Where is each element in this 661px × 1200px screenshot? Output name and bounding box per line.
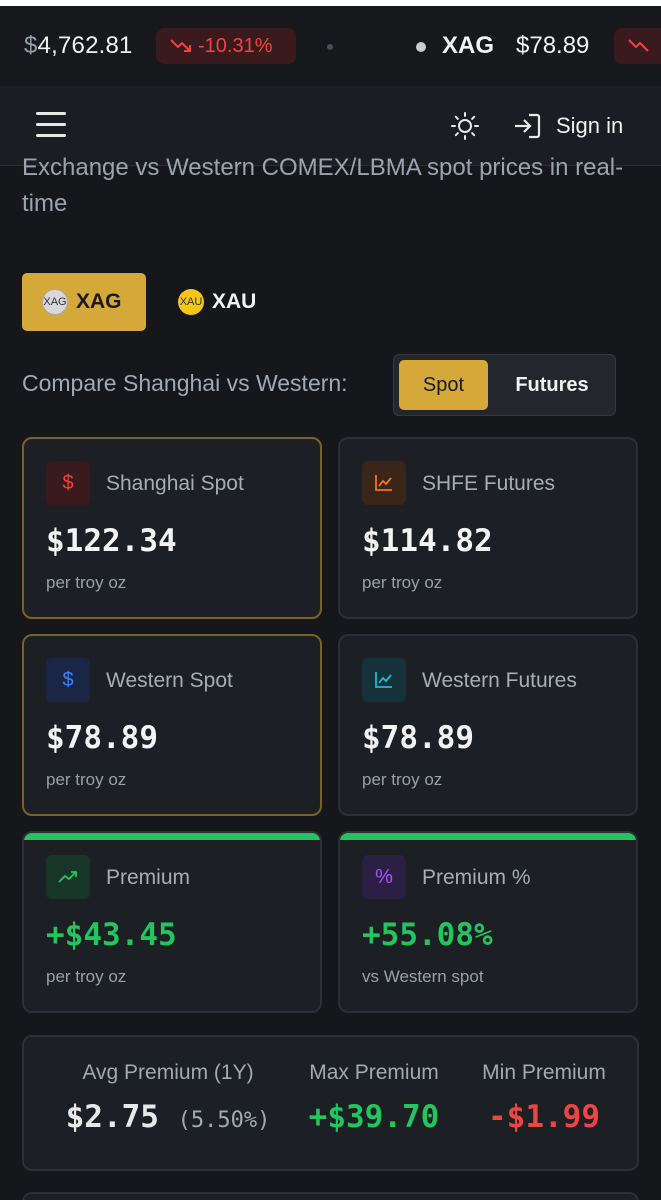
dollar-icon: $ — [46, 461, 90, 505]
card-value: $122.34 — [46, 523, 177, 559]
card-title: Western Futures — [422, 669, 577, 692]
tab-xau-label: XAU — [212, 290, 257, 313]
card-value: $78.89 — [46, 720, 158, 756]
chart-line-icon — [362, 658, 406, 702]
trending-down-icon — [170, 39, 191, 52]
price-ticker: $4,762.81 -10.31% XAG $78.89 — [0, 6, 661, 86]
change-value: -10.31% — [198, 34, 273, 57]
premium-card: Premium +$43.45 per troy oz — [22, 831, 322, 1013]
avg-percent: (5.50%) — [177, 1108, 271, 1133]
trending-down-icon — [628, 39, 649, 52]
ticker-symbol-2: XAG — [442, 32, 495, 59]
stat-label: Max Premium — [309, 1061, 439, 1084]
card-subtitle: per troy oz — [46, 573, 127, 592]
ticker-separator — [327, 44, 333, 50]
card-title: Premium % — [422, 866, 531, 889]
avg-premium-stat: Avg Premium (1Y) $2.75 (5.50%) — [58, 1061, 278, 1135]
sign-in-label: Sign in — [556, 113, 624, 138]
western-futures-card: Western Futures $78.89 per troy oz — [338, 634, 638, 816]
premium-percent-card: % Premium % +55.08% vs Western spot — [338, 831, 638, 1013]
western-spot-card: $ Western Spot $78.89 per troy oz — [22, 634, 322, 816]
tab-xau[interactable]: XAU XAU — [160, 273, 280, 331]
card-subtitle: per troy oz — [362, 770, 443, 789]
shanghai-spot-card: $ Shanghai Spot $122.34 per troy oz — [22, 437, 322, 619]
sun-icon — [451, 112, 479, 140]
live-dot — [416, 42, 426, 52]
premium-stats-panel: Avg Premium (1Y) $2.75 (5.50%) Max Premi… — [22, 1035, 639, 1171]
sign-in-button[interactable]: Sign in — [512, 110, 623, 142]
ticker-price-2: $78.89 — [516, 32, 590, 59]
currency-symbol: $ — [24, 32, 38, 59]
sign-in-icon — [515, 113, 541, 139]
futures-option-button[interactable]: Futures — [494, 360, 610, 410]
stat-label: Avg Premium (1Y) — [82, 1061, 254, 1084]
min-premium-stat: Min Premium -$1.99 — [464, 1061, 624, 1135]
next-section-card — [22, 1192, 639, 1200]
card-title: Western Spot — [106, 669, 233, 692]
change-badge-2 — [614, 28, 661, 64]
stat-label: Min Premium — [482, 1061, 606, 1084]
change-badge: -10.31% — [156, 28, 296, 64]
compare-label: Compare Shanghai vs Western: — [22, 370, 348, 396]
avg-value: $2.75 — [65, 1099, 159, 1135]
percent-icon: % — [362, 855, 406, 899]
card-value: +$43.45 — [46, 917, 177, 953]
compare-toggle: Spot Futures — [393, 354, 616, 416]
chart-line-icon — [362, 461, 406, 505]
card-value: $78.89 — [362, 720, 474, 756]
card-subtitle: vs Western spot — [362, 967, 484, 986]
card-subtitle: per troy oz — [362, 573, 443, 592]
intro-text: Exchange vs Western COMEX/LBMA spot pric… — [22, 150, 632, 222]
card-value: +55.08% — [362, 917, 493, 953]
ticker-price-1: $4,762.81 — [24, 32, 133, 60]
theme-toggle-button[interactable] — [450, 111, 480, 141]
hamburger-menu-button[interactable] — [36, 112, 66, 138]
intro-text-body: Exchange vs Western COMEX/LBMA spot pric… — [22, 154, 624, 217]
dollar-icon: $ — [46, 658, 90, 702]
spot-option-button[interactable]: Spot — [399, 360, 488, 410]
card-value: $114.82 — [362, 523, 493, 559]
trending-up-icon — [46, 855, 90, 899]
card-subtitle: per troy oz — [46, 770, 127, 789]
tab-xag[interactable]: XAG XAG — [22, 273, 146, 331]
max-premium-stat: Max Premium +$39.70 — [294, 1061, 454, 1135]
stat-value: $2.75 (5.50%) — [58, 1099, 278, 1135]
stat-value: +$39.70 — [308, 1099, 440, 1135]
card-title: Shanghai Spot — [106, 472, 244, 495]
card-title: Premium — [106, 866, 191, 889]
tab-xag-label: XAG — [76, 290, 122, 313]
card-subtitle: per troy oz — [46, 967, 127, 986]
shfe-futures-card: SHFE Futures $114.82 per troy oz — [338, 437, 638, 619]
gold-coin-icon: XAU — [178, 289, 204, 315]
silver-coin-icon: XAG — [42, 289, 68, 315]
ticker-price-value: 4,762.81 — [37, 32, 133, 59]
stat-value: -$1.99 — [488, 1099, 600, 1135]
card-title: SHFE Futures — [422, 472, 556, 495]
